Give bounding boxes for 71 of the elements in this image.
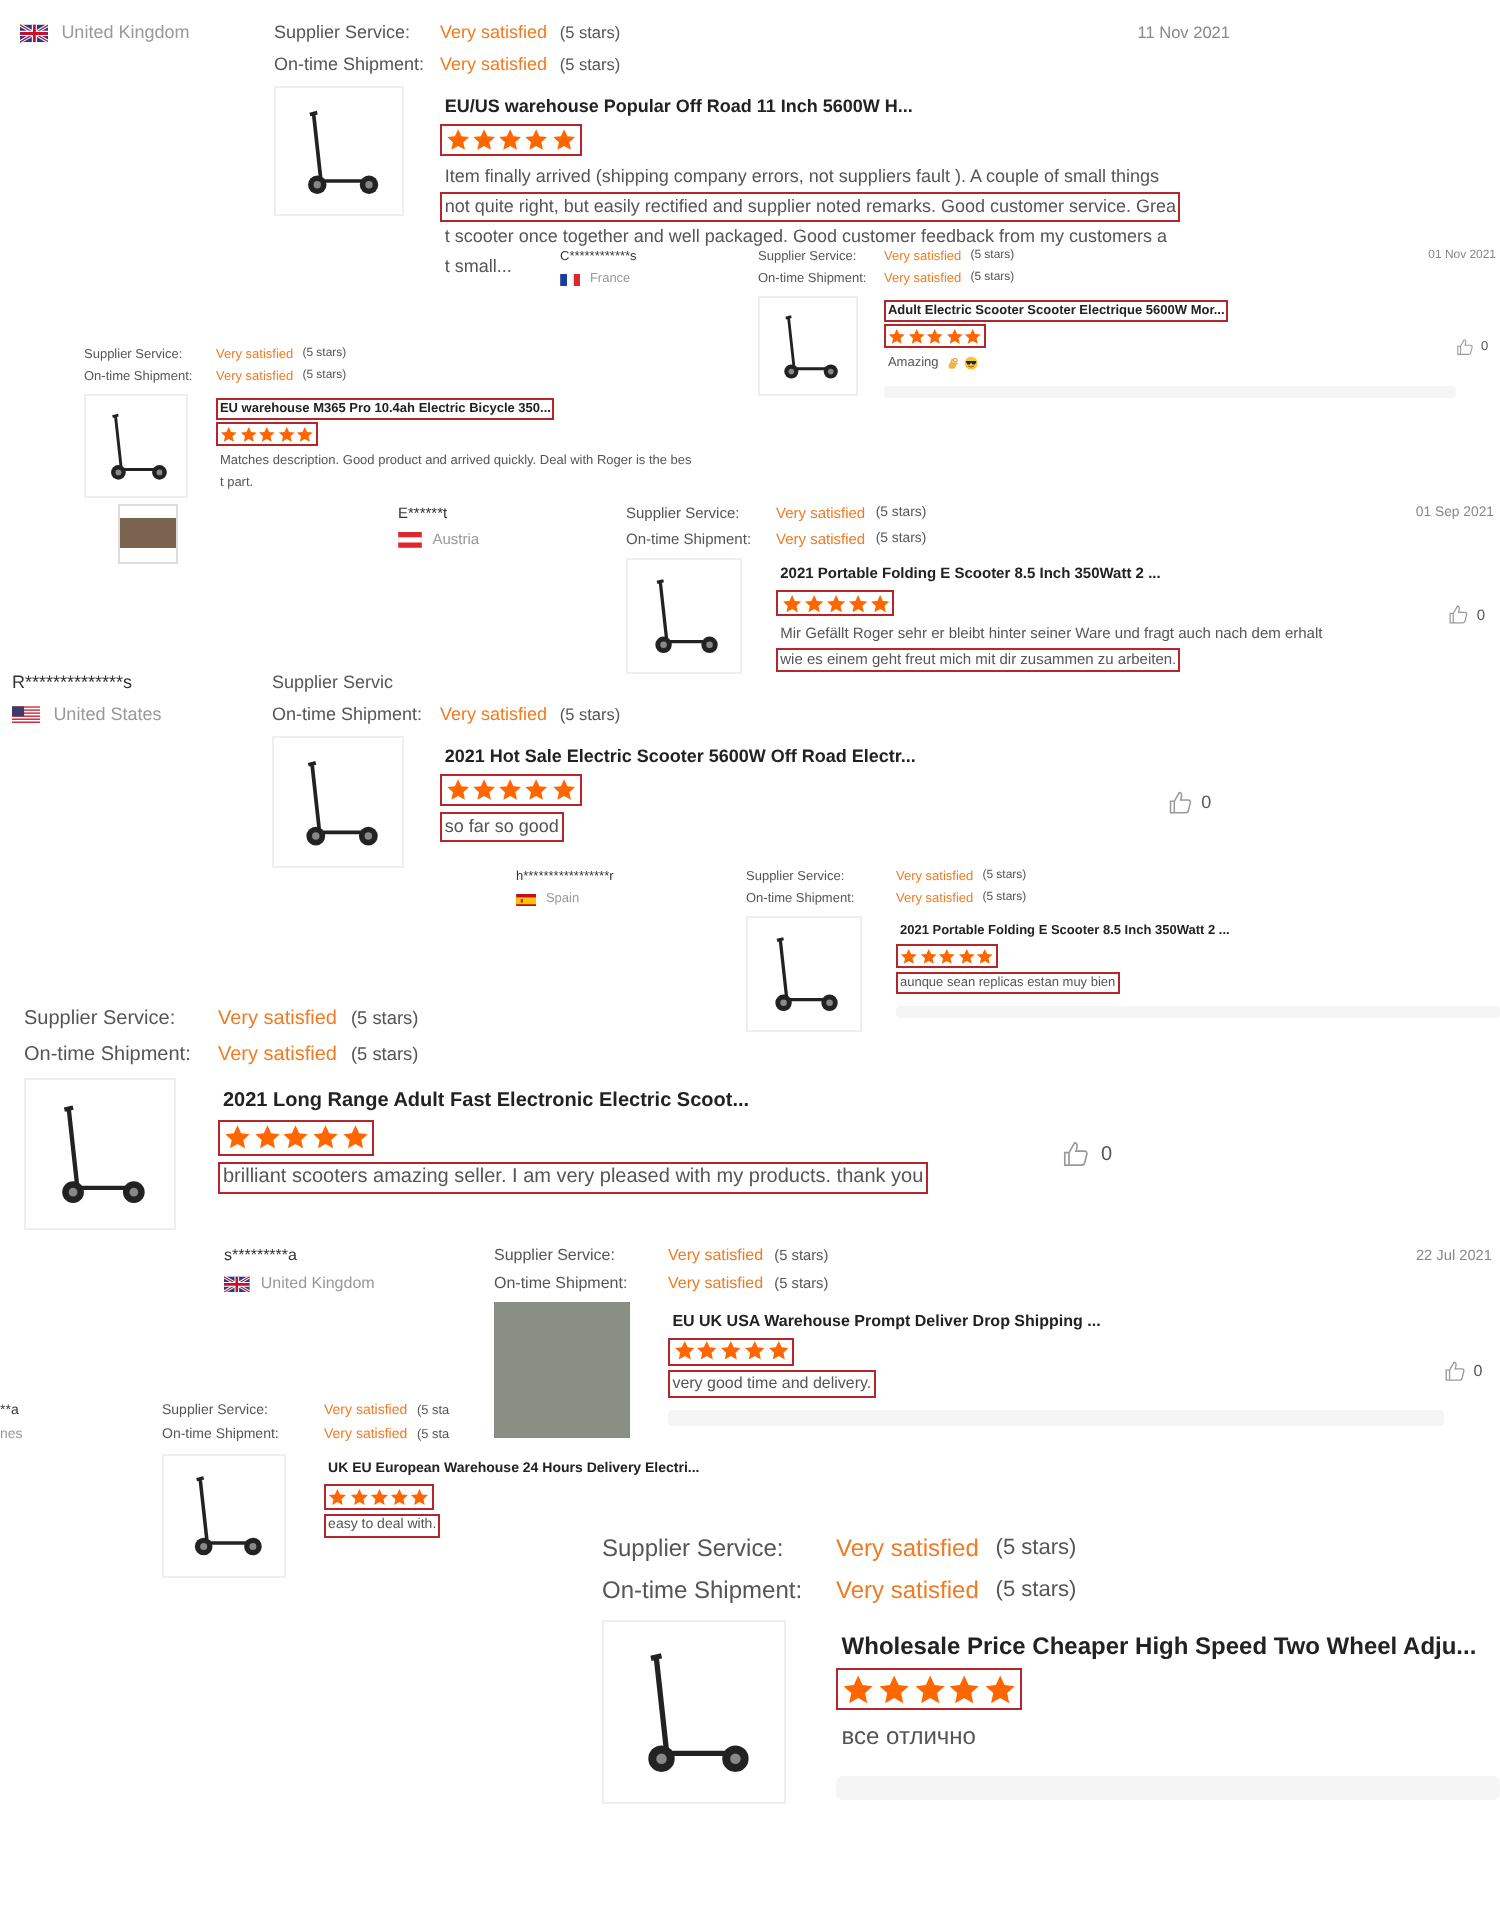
sunglasses-face-icon (964, 356, 979, 371)
product-image[interactable] (746, 915, 862, 1032)
rating-label: Supplier Servic (272, 670, 396, 696)
product-image[interactable] (274, 86, 404, 217)
review-date: 11 Nov 2021 (1137, 22, 1230, 46)
like-count: 0 (1100, 1143, 1112, 1165)
rating-value: Very satisfied (440, 51, 548, 78)
reviewer-name: s*********a (224, 1244, 299, 1268)
product-image[interactable] (626, 557, 742, 673)
rating-value: Very satisfied (440, 701, 548, 728)
like-count: 0 (1201, 792, 1212, 813)
product-title[interactable]: Wholesale Price Cheaper High Speed Two Wheel Adju... (836, 1627, 1482, 1666)
review-comment: все отлично (839, 1719, 978, 1754)
product-image[interactable] (162, 1453, 286, 1578)
review-comment: brilliant scooters amazing seller. I am very pleased with my products. thank you (218, 1161, 929, 1194)
flag-icon (20, 24, 49, 44)
reviewer-name: R**************s (12, 670, 135, 696)
rating-label: On-time Shipment: (272, 701, 425, 728)
product-image[interactable] (24, 1078, 176, 1230)
like-count: 0 (1473, 1361, 1483, 1380)
flag-icon (12, 705, 41, 725)
rating-stars-note: (5 stars) (350, 1041, 419, 1068)
thumbs-up-icon[interactable] (1167, 789, 1193, 815)
photo-placeholder[interactable] (118, 503, 179, 564)
rating-label: Supplier Service: (602, 1532, 786, 1566)
product-title[interactable]: EU/US warehouse Popular Off Road 11 Inch 5600W H... (440, 92, 918, 122)
flag-icon (224, 1275, 250, 1293)
rating-value: Very satisfied (836, 1532, 979, 1566)
review-comment: very good time and delivery. (668, 1370, 876, 1398)
rating-label: On-time Shipment: (24, 1041, 193, 1069)
rating-label: Supplier Service: (274, 20, 413, 46)
reviewer-country: United Kingdom (61, 20, 190, 46)
rating-value: Very satisfied (668, 1244, 764, 1268)
rating-value: Very satisfied (218, 1006, 337, 1034)
rating-stars-note: (5 stars) (995, 1576, 1077, 1606)
reviewer-country: United States (53, 701, 162, 728)
rating-value: Very satisfied (836, 1574, 979, 1608)
ok-hand-icon (946, 356, 961, 371)
rating-stars-note: (5 stars) (559, 22, 621, 46)
product-title[interactable]: 2021 Hot Sale Electric Scooter 5600W Off Road Electr... (440, 742, 921, 772)
review-comment: not quite right, but easily rectified and supplier noted remarks. Good customer service. Grea (440, 191, 1181, 222)
rating-label: On-time Shipment: (274, 51, 427, 78)
rating-label: On-time Shipment: (494, 1272, 630, 1296)
flag-icon (398, 531, 422, 548)
rating-stars-note: (5 stars) (350, 1006, 419, 1032)
rating-value: Very satisfied (218, 1041, 337, 1069)
thumbs-up-icon[interactable] (1448, 604, 1470, 626)
flag-icon (560, 273, 581, 287)
thumbs-up-icon[interactable] (1456, 337, 1475, 356)
product-image[interactable] (272, 736, 404, 869)
product-title[interactable]: 2021 Long Range Adult Fast Electronic Electric Scoot... (218, 1085, 755, 1117)
rating-stars-note: (5 stars) (559, 703, 621, 728)
rating-stars-note: (5 stars) (559, 53, 621, 78)
product-image[interactable] (602, 1619, 786, 1804)
product-image[interactable] (84, 393, 188, 498)
thumbs-up-icon[interactable] (1443, 1359, 1466, 1382)
review-comment: t scooter once together and well packaged. Good customer feedback from my customers a (442, 223, 1170, 249)
rating-stars-note: (5 stars) (995, 1534, 1077, 1564)
review-comment: Item finally arrived (shipping company errors, not suppliers fault ). A couple of small things (442, 163, 1162, 190)
rating-value: Very satisfied (440, 20, 548, 46)
product-image[interactable] (758, 295, 858, 396)
flag-icon (516, 893, 537, 907)
rating-value: Very satisfied (668, 1272, 764, 1296)
review-comment: t small... (442, 254, 514, 281)
thumbs-up-icon[interactable] (1062, 1140, 1091, 1168)
rating-label: On-time Shipment: (602, 1574, 805, 1608)
reviewer-country: United Kingdom (260, 1272, 375, 1296)
rating-label: Supplier Service: (494, 1244, 617, 1268)
product-title[interactable]: EU UK USA Warehouse Prompt Deliver Drop Shipping ... (668, 1308, 1105, 1335)
rating-label: Supplier Service: (24, 1006, 178, 1034)
review-comment: so far so good (440, 811, 564, 842)
